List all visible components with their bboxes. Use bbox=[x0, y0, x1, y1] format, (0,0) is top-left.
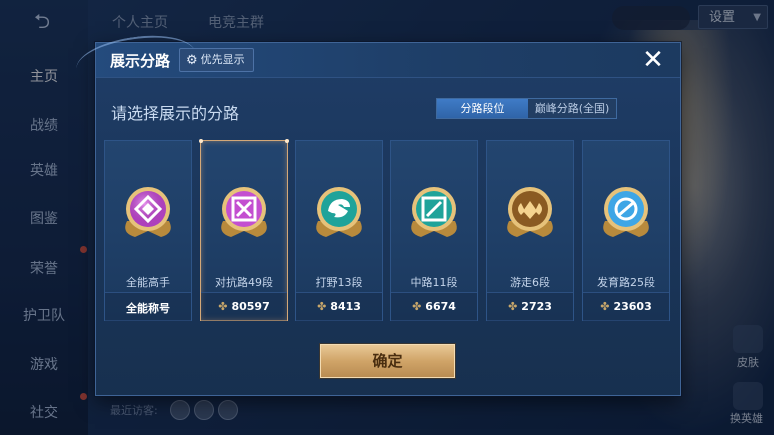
lane-card[interactable]: 中路11段 ✤ 6674 bbox=[390, 140, 478, 321]
card-score: ✤ 6674 bbox=[412, 300, 456, 313]
lane-card[interactable]: 发育路25段 ✤ 23603 bbox=[582, 140, 670, 321]
dialog-title: 展示分路 bbox=[110, 52, 171, 70]
selected-corner-icon bbox=[285, 139, 289, 143]
segment-toggle: 分路段位 巅峰分路(全国) bbox=[436, 98, 617, 119]
card-footer: ✤ 80597 bbox=[201, 292, 287, 321]
priority-display-button[interactable]: ⚙ 优先显示 bbox=[179, 48, 254, 72]
card-score: 全能称号 bbox=[126, 302, 170, 315]
card-footer: ✤ 2723 bbox=[487, 292, 573, 321]
card-footer: ✤ 6674 bbox=[391, 292, 477, 321]
card-lane-name: 全能高手 bbox=[126, 276, 170, 289]
tab-lane-rank[interactable]: 分路段位 bbox=[437, 99, 528, 118]
rank-points-icon: ✤ bbox=[218, 300, 228, 313]
card-lane-name: 中路11段 bbox=[410, 276, 458, 289]
card-score: ✤ 23603 bbox=[600, 300, 652, 313]
rank-points-icon: ✤ bbox=[600, 300, 610, 313]
roam-badge-icon bbox=[499, 181, 561, 243]
rank-points-icon: ✤ bbox=[412, 300, 422, 313]
card-footer: ✤ 23603 bbox=[583, 292, 669, 321]
lane-display-dialog: 展示分路 ⚙ 优先显示 ✕ 请选择展示的分路 分路段位 巅峰分路(全国) 全能高手… bbox=[73, 28, 681, 396]
lane-card[interactable]: 全能高手 全能称号 bbox=[104, 140, 192, 321]
jungle-badge-icon bbox=[308, 181, 370, 243]
lane-card[interactable]: 游走6段 ✤ 2723 bbox=[486, 140, 574, 321]
rank-points-icon: ✤ bbox=[317, 300, 327, 313]
card-score: ✤ 80597 bbox=[218, 300, 270, 313]
lane-card[interactable]: 打野13段 ✤ 8413 bbox=[295, 140, 383, 321]
card-footer: ✤ 8413 bbox=[296, 292, 382, 321]
selected-corner-icon bbox=[199, 139, 203, 143]
close-icon[interactable]: ✕ bbox=[638, 45, 668, 75]
tab-peak-lane[interactable]: 巅峰分路(全国) bbox=[528, 99, 616, 118]
clash-lane-badge-icon bbox=[213, 181, 275, 243]
dialog-subtitle: 请选择展示的分路 bbox=[111, 104, 240, 123]
card-lane-name: 发育路25段 bbox=[597, 276, 655, 289]
card-score: ✤ 8413 bbox=[317, 300, 361, 313]
priority-label: 优先显示 bbox=[200, 53, 245, 66]
card-score: ✤ 2723 bbox=[508, 300, 552, 313]
dialog-header: 展示分路 ⚙ 优先显示 ✕ bbox=[73, 28, 680, 94]
card-lane-name: 对抗路49段 bbox=[215, 276, 273, 289]
all-round-badge-icon bbox=[117, 181, 179, 243]
lane-card[interactable]: 对抗路49段 ✤ 80597 bbox=[199, 139, 289, 321]
card-footer: 全能称号 bbox=[105, 292, 191, 321]
confirm-button[interactable]: 确定 bbox=[320, 344, 455, 378]
gear-icon: ⚙ bbox=[186, 53, 198, 68]
mid-lane-badge-icon bbox=[403, 181, 465, 243]
rank-points-icon: ✤ bbox=[508, 300, 518, 313]
farm-lane-badge-icon bbox=[595, 181, 657, 243]
card-lane-name: 游走6段 bbox=[510, 276, 550, 289]
card-lane-name: 打野13段 bbox=[315, 276, 363, 289]
